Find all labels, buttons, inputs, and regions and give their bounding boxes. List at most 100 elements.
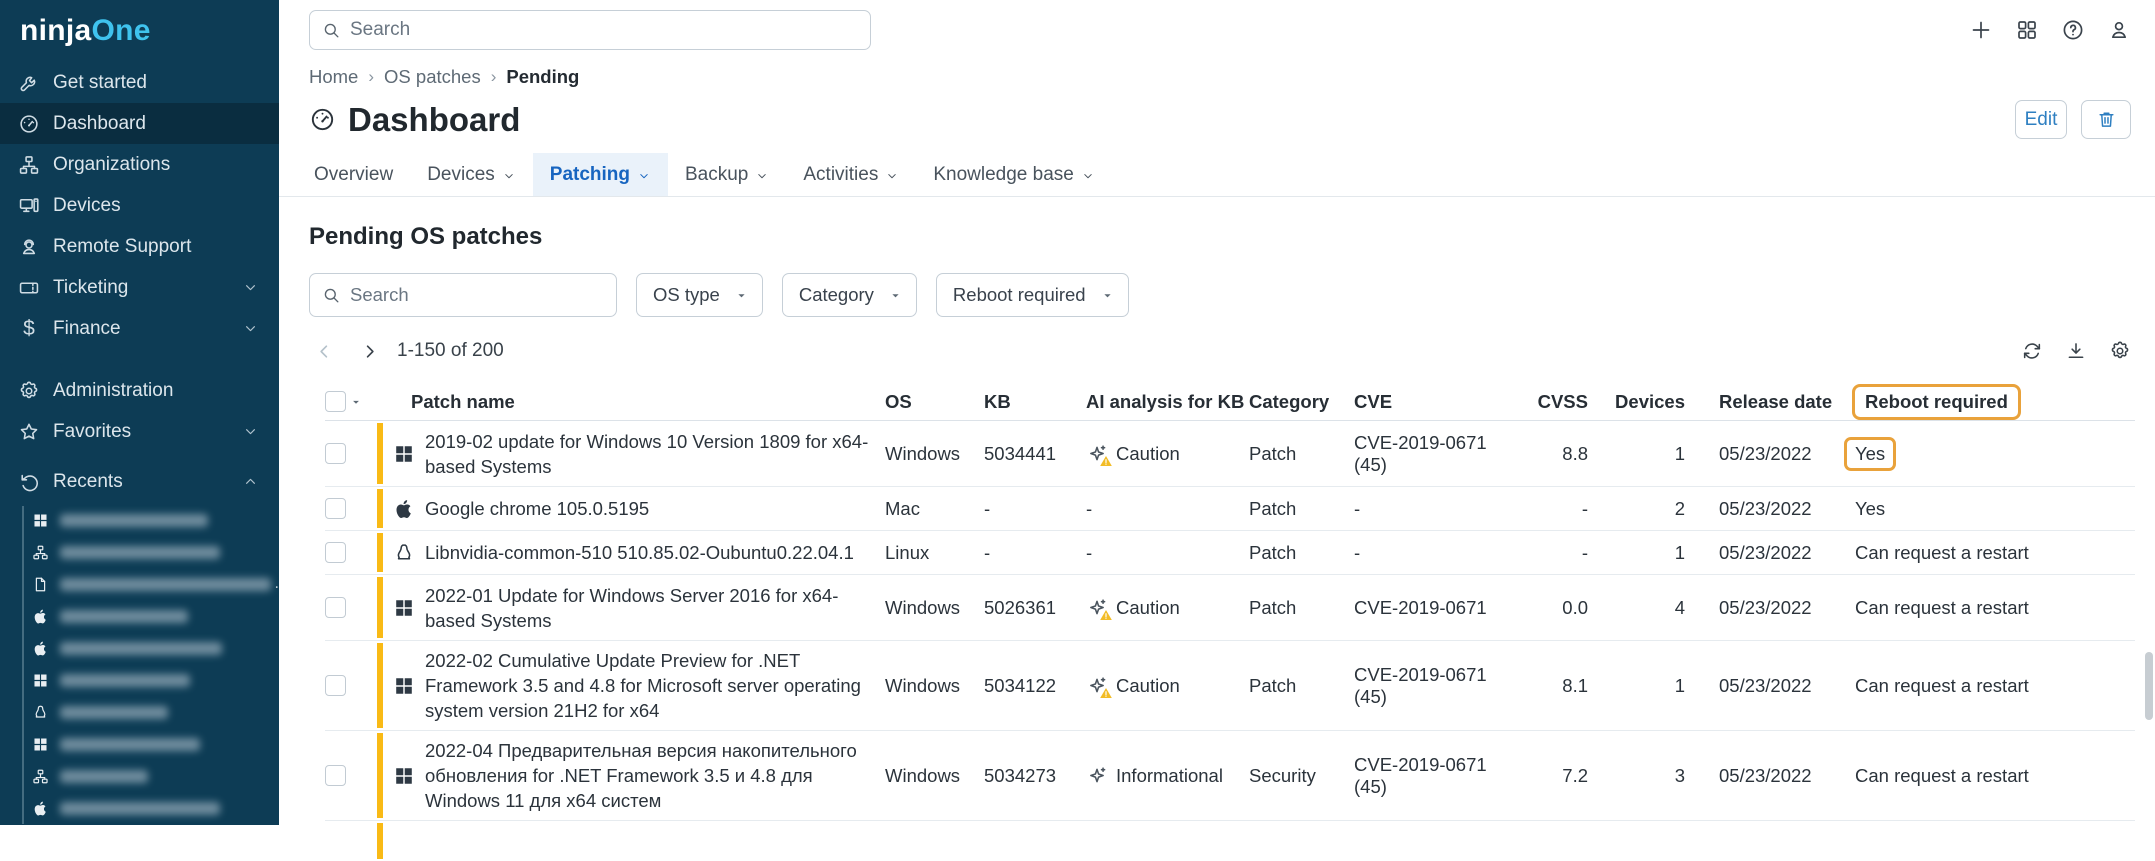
column-header-reboot[interactable]: Reboot required [1847,384,2057,420]
select-all-checkbox[interactable] [325,391,346,412]
sidebar-item-ticketing[interactable]: Ticketing [0,267,279,308]
dashboard-icon [309,106,336,133]
windows-icon [32,736,49,753]
breadcrumb-item-pending: Pending [506,66,579,88]
sidebar-recent-item[interactable] [0,792,279,824]
tab-patching[interactable]: Patching [533,153,668,196]
patch-name-cell: 2022-04 Предварительная версия накопител… [377,731,885,820]
vertical-scrollbar-thumb[interactable] [2145,652,2153,720]
table-search-input[interactable] [350,284,604,306]
linux-icon [32,704,49,721]
sidebar-item-devices[interactable]: Devices [0,185,279,226]
table-row-partial [325,821,2135,861]
apps-icon[interactable] [2015,18,2039,42]
logo-text-ninja: ninja [20,14,92,47]
delete-button[interactable] [2081,100,2131,139]
column-header-name[interactable]: Patch name [377,391,885,413]
sidebar-item-organizations[interactable]: Organizations [0,144,279,185]
patch-name: 2022-04 Предварительная версия накопител… [425,738,885,813]
sidebar-item-recents[interactable]: Recents [0,461,279,502]
sidebar-recent-item[interactable] [0,728,279,760]
table-row[interactable]: 2022-01 Update for Windows Server 2016 f… [325,575,2135,641]
filter-label: Category [799,284,874,306]
sidebar-recent-item[interactable] [0,504,279,536]
pagination-prev-icon[interactable] [313,340,336,363]
row-checkbox[interactable] [325,443,346,464]
column-header-cve[interactable]: CVE [1354,391,1504,413]
reboot-required-value: Can request a restart [1855,597,2029,619]
ai-analysis-cell: Informational [1086,731,1249,820]
row-accent-bar [377,577,383,638]
sidebar-recent-item[interactable] [0,600,279,632]
ai-sparkle-icon [1086,443,1108,465]
edit-button[interactable]: Edit [2015,100,2067,139]
table-row[interactable]: 2022-04 Предварительная версия накопител… [325,731,2135,821]
column-header-kb[interactable]: KB [984,391,1086,413]
ninjaone-logo[interactable]: ninjaOne [0,0,279,48]
chevron-down-icon [242,320,259,337]
tab-devices[interactable]: Devices [410,153,533,196]
sidebar-item-favorites[interactable]: Favorites [0,411,279,452]
download-icon[interactable] [2065,340,2087,362]
global-search-input[interactable] [350,19,858,41]
filter-label: Reboot required [953,284,1086,306]
kb-cell: 5026361 [984,575,1086,640]
table-row[interactable]: 2019-02 update for Windows 10 Version 18… [325,421,2135,487]
filter-category[interactable]: Category [782,273,917,317]
row-select-cell [325,421,377,486]
patch-name-cell: 2019-02 update for Windows 10 Version 18… [377,421,885,486]
column-header-release[interactable]: Release date [1685,391,1847,413]
row-checkbox[interactable] [325,498,346,519]
sidebar-recent-item[interactable] [0,632,279,664]
tab-activities[interactable]: Activities [786,153,916,196]
select-menu-caret-icon[interactable] [349,395,363,409]
table-row[interactable]: Google chrome 105.0.5195Mac--Patch--205/… [325,487,2135,531]
table-row[interactable]: 2022-02 Cumulative Update Preview for .N… [325,641,2135,731]
row-checkbox[interactable] [325,542,346,563]
cvss-cell: 0.0 [1504,575,1588,640]
category-cell: Patch [1249,421,1354,486]
help-icon[interactable] [2061,18,2085,42]
tab-knowledge-base[interactable]: Knowledge base [916,153,1112,196]
chevron-down-icon [242,423,259,440]
column-header-category[interactable]: Category [1249,391,1354,413]
table-row[interactable]: Libnvidia-common-510 510.85.02-Oubuntu0.… [325,531,2135,575]
cve-cell: CVE-2019-0671 (45) [1354,421,1504,486]
sidebar-recent-item[interactable]: . [0,568,279,600]
sidebar-recent-item[interactable] [0,760,279,792]
row-select-cell [325,641,377,730]
row-checkbox[interactable] [325,597,346,618]
filter-dropdowns: OS type Category Reboot required [636,273,1129,317]
filter-reboot-required[interactable]: Reboot required [936,273,1129,317]
pagination-next-icon[interactable] [358,340,381,363]
breadcrumb-item-os-patches[interactable]: OS patches [384,66,481,88]
table-search[interactable] [309,273,617,317]
sidebar-item-administration[interactable]: Administration [0,370,279,411]
row-checkbox[interactable] [325,765,346,786]
tab-backup[interactable]: Backup [668,153,786,196]
refresh-icon[interactable] [2021,340,2043,362]
user-icon[interactable] [2107,18,2131,42]
breadcrumb-item-home[interactable]: Home [309,66,358,88]
column-header-devices[interactable]: Devices [1588,391,1685,413]
table-body: 2019-02 update for Windows 10 Version 18… [325,421,2135,861]
column-header-cvss[interactable]: CVSS [1504,391,1588,413]
sidebar-recent-item[interactable] [0,696,279,728]
column-header-ai[interactable]: AI analysis for KB [1086,391,1249,413]
sidebar-item-get-started[interactable]: Get started [0,62,279,103]
filter-os-type[interactable]: OS type [636,273,763,317]
logo-text-one: One [92,14,151,47]
settings-icon[interactable] [2109,340,2131,362]
sidebar-item-remote-support[interactable]: Remote Support [0,226,279,267]
column-header-os[interactable]: OS [885,391,984,413]
sidebar-item-dashboard[interactable]: Dashboard [0,103,279,144]
global-search[interactable] [309,10,871,50]
sidebar-recent-item[interactable] [0,664,279,696]
tab-overview[interactable]: Overview [297,153,410,196]
row-checkbox[interactable] [325,675,346,696]
sidebar-recent-item[interactable] [0,536,279,568]
sidebar-item-label: Administration [53,380,173,402]
sidebar-item-finance[interactable]: $Finance [0,308,279,349]
reboot-required-value: Yes [1855,498,1885,520]
plus-icon[interactable] [1969,18,1993,42]
